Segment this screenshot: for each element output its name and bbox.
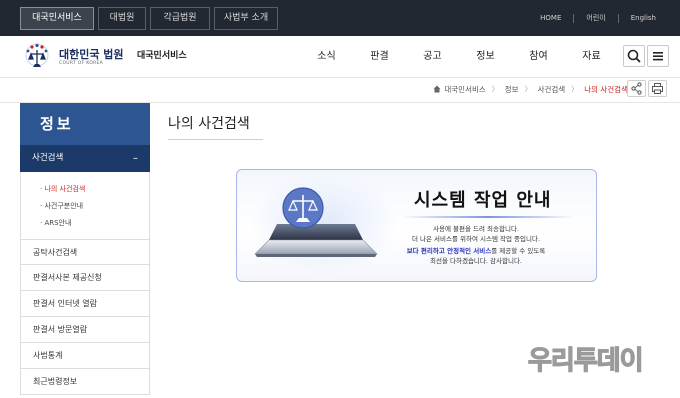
lnb-sub-ars-guide[interactable]: · ARS안내 <box>21 215 149 232</box>
search-icon <box>627 49 641 63</box>
lnb-item-judgment-online-view[interactable]: 판결서 인터넷 열람 <box>20 291 150 317</box>
site-tab-judiciary-intro[interactable]: 사법부 소개 <box>214 7 278 30</box>
nav-news[interactable]: 소식 <box>300 36 353 78</box>
chevron-right-icon: 〉 <box>524 85 532 93</box>
top-utility-bar: 대국민서비스 대법원 각급법원 사법부 소개 HOME 어린이 English <box>0 0 680 36</box>
notice-title: 시스템 작업 안내 <box>414 190 552 211</box>
lnb-item-judgment-visit-view[interactable]: 판결서 방문열람 <box>20 317 150 343</box>
english-link[interactable]: English <box>619 14 668 22</box>
home-link[interactable]: HOME <box>528 14 573 22</box>
service-name: 대국민서비스 <box>137 51 187 61</box>
laptop-justice-illustration-icon <box>254 187 378 257</box>
watermark: 우리투데이 <box>527 345 644 376</box>
lnb-item-deposit-case-search[interactable]: 공탁사건검색 <box>20 239 150 265</box>
share-button[interactable] <box>627 80 646 97</box>
lnb-title: 정보 <box>20 103 150 145</box>
share-icon <box>631 82 642 95</box>
home-icon[interactable] <box>433 85 441 93</box>
breadcrumb-item[interactable]: 대국민서비스 <box>444 84 485 95</box>
notice-line-3-rest: 를 제공할 수 있도록 <box>491 247 546 255</box>
hamburger-menu-icon <box>653 52 663 61</box>
nav-info[interactable]: 정보 <box>459 36 512 78</box>
site-tab-public-service[interactable]: 대국민서비스 <box>20 7 94 30</box>
search-button[interactable] <box>623 45 645 67</box>
page-title: 나의 사건검색 <box>168 116 250 132</box>
lnb-item-judgment-copy-request[interactable]: 판결서사본 제공신청 <box>20 265 150 291</box>
lnb-section-case-search[interactable]: 사건검색 – <box>20 145 150 172</box>
site-tab-courts[interactable]: 각급법원 <box>150 7 210 30</box>
site-header: 대한민국 법원 COURT OF KOREA 대국민서비스 소식 판결 공고 정… <box>0 36 680 78</box>
breadcrumb-item[interactable]: 정보 <box>505 84 519 95</box>
lnb-item-recent-laws[interactable]: 최근법령정보 <box>20 369 150 395</box>
breadcrumb-row: 대국민서비스 〉 정보 〉 사건검색 〉 나의 사건검색 <box>0 78 680 103</box>
logo-subtitle: COURT OF KOREA <box>59 61 104 66</box>
lnb-sub-case-type-guide[interactable]: · 사건구분안내 <box>21 198 149 215</box>
notice-line-3: 보다 편리하고 안정적인 서비스를 제공할 수 있도록 <box>370 245 582 255</box>
notice-line-4: 최선을 다하겠습니다. 감사합니다. <box>430 257 522 265</box>
chevron-right-icon: 〉 <box>571 85 579 93</box>
nav-resources[interactable]: 자료 <box>565 36 618 78</box>
top-links: HOME 어린이 English <box>528 0 668 36</box>
nav-notice[interactable]: 공고 <box>406 36 459 78</box>
breadcrumb: 대국민서비스 〉 정보 〉 사건검색 〉 나의 사건검색 <box>433 78 628 100</box>
notice-line-1: 사용에 불편을 드려 죄송합니다. <box>432 225 519 233</box>
print-button[interactable] <box>648 80 667 97</box>
menu-button[interactable] <box>647 45 669 67</box>
notice-highlight: 보다 편리하고 안정적인 서비스 <box>406 247 492 255</box>
nav-judgment[interactable]: 판결 <box>353 36 406 78</box>
divider <box>168 139 263 140</box>
logo-title[interactable]: 대한민국 법원 <box>59 46 124 62</box>
collapse-icon[interactable]: – <box>133 145 138 172</box>
main-navigation: 소식 판결 공고 정보 참여 자료 <box>300 36 618 78</box>
lnb-item-judicial-statistics[interactable]: 사법통계 <box>20 343 150 369</box>
divider <box>402 216 574 218</box>
breadcrumb-item[interactable]: 사건검색 <box>538 84 566 95</box>
court-logo-icon[interactable] <box>22 42 52 72</box>
lnb-sub-my-case-search[interactable]: · 나의 사건검색 <box>21 181 149 198</box>
nav-participation[interactable]: 참여 <box>512 36 565 78</box>
print-icon <box>652 83 663 94</box>
system-maintenance-notice: 시스템 작업 안내 사용에 불편을 드려 죄송합니다. 더 나은 서비스를 위하… <box>236 169 597 282</box>
lnb-submenu: · 나의 사건검색 · 사건구분안내 · ARS안내 <box>20 172 150 239</box>
site-tab-supreme-court[interactable]: 대법원 <box>98 7 146 30</box>
breadcrumb-current: 나의 사건검색 <box>584 84 628 94</box>
chevron-right-icon: 〉 <box>491 85 499 93</box>
lnb-section-label: 사건검색 <box>32 153 64 163</box>
notice-line-2: 더 나은 서비스를 위하여 시스템 작업 중입니다. <box>411 235 541 243</box>
kids-link[interactable]: 어린이 <box>574 13 617 23</box>
